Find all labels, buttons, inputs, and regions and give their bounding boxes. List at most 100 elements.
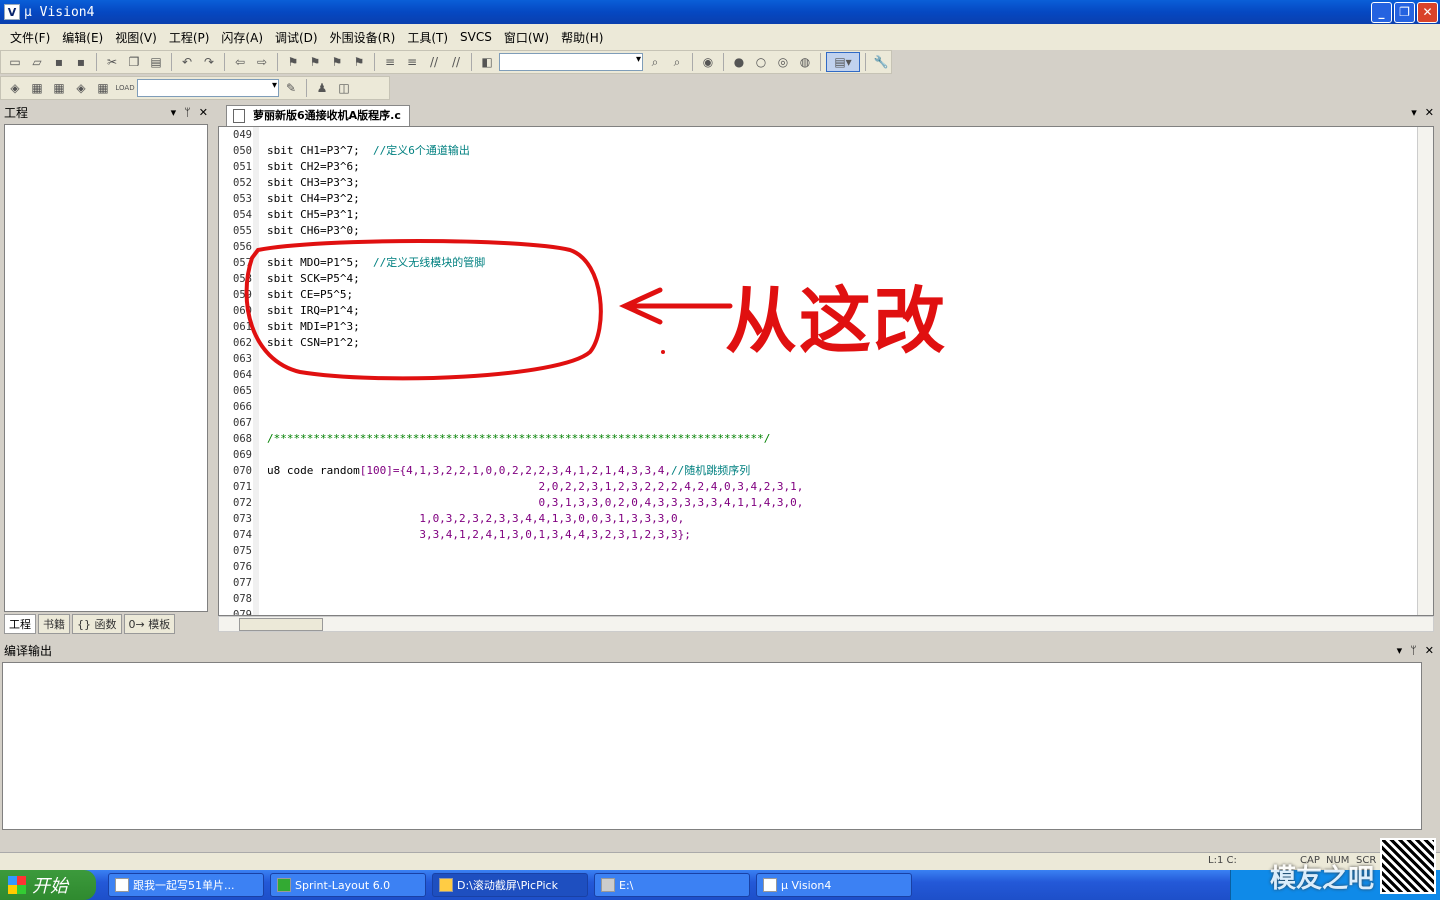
menu-edit[interactable]: 编辑(E) — [56, 29, 109, 46]
code-line[interactable] — [267, 591, 1407, 607]
menu-svcs[interactable]: SVCS — [454, 30, 498, 44]
menu-help[interactable]: 帮助(H) — [555, 29, 609, 46]
breakpoint-icon[interactable]: ● — [729, 52, 749, 72]
nav-forward-icon[interactable]: ⇨ — [252, 52, 272, 72]
code-editor[interactable]: 049 050 051 052 053 054 055 056 057 058 059 060 061 0… — [218, 126, 1434, 616]
close-button[interactable]: ✕ — [1417, 2, 1438, 23]
code-line[interactable] — [267, 415, 1407, 431]
menu-window[interactable]: 窗口(W) — [498, 29, 555, 46]
restore-button[interactable]: ❐ — [1394, 2, 1415, 23]
stop-build-icon[interactable]: ▦ — [93, 78, 113, 98]
horizontal-scrollbar[interactable] — [218, 616, 1434, 632]
multi-project-icon[interactable]: ◫ — [334, 78, 354, 98]
build-icon[interactable]: ▦ — [27, 78, 47, 98]
task-drive-e[interactable]: E:\ — [594, 873, 750, 897]
minimize-button[interactable]: _ — [1371, 2, 1392, 23]
open-folder-icon[interactable]: ▱ — [27, 52, 47, 72]
target-combo[interactable] — [137, 79, 279, 97]
comment-icon[interactable]: // — [424, 52, 444, 72]
find-icon[interactable]: ⌕ — [645, 52, 665, 72]
batch-build-icon[interactable]: ◈ — [71, 78, 91, 98]
save-all-icon[interactable]: ▪ — [71, 52, 91, 72]
tab-list-icon[interactable]: ▾ — [1411, 106, 1417, 119]
code-line[interactable] — [267, 543, 1407, 559]
window-layout-icon[interactable]: ▤▾ — [826, 52, 860, 72]
uncomment-icon[interactable]: // — [446, 52, 466, 72]
save-icon[interactable]: ▪ — [49, 52, 69, 72]
menu-peripherals[interactable]: 外围设备(R) — [324, 29, 402, 46]
tab-project[interactable]: 工程 — [4, 614, 36, 634]
code-line[interactable]: sbit CH5=P3^1; — [267, 207, 1407, 223]
prev-bookmark-icon[interactable]: ⚑ — [305, 52, 325, 72]
menu-file[interactable]: 文件(F) — [4, 29, 56, 46]
rebuild-icon[interactable]: ▦ — [49, 78, 69, 98]
clear-bookmarks-icon[interactable]: ⚑ — [349, 52, 369, 72]
redo-icon[interactable]: ↷ — [199, 52, 219, 72]
undo-icon[interactable]: ↶ — [177, 52, 197, 72]
menu-project[interactable]: 工程(P) — [163, 29, 216, 46]
pin-icon[interactable]: ᛘ — [184, 106, 191, 119]
tab-templates[interactable]: 0→ 模板 — [123, 614, 176, 634]
debug-session-icon[interactable]: ◉ — [698, 52, 718, 72]
task-browser[interactable]: 跟我一起写51单片... — [108, 873, 264, 897]
menu-flash[interactable]: 闪存(A) — [215, 29, 269, 46]
dropdown-icon[interactable]: ▾ — [1397, 644, 1403, 657]
code-line[interactable] — [267, 239, 1407, 255]
manage-components-icon[interactable]: ♟ — [312, 78, 332, 98]
code-text[interactable]: sbit CH1=P3^7; //定义6个通道输出 sbit CH2=P3^6; s… — [267, 127, 1407, 615]
code-line[interactable] — [267, 399, 1407, 415]
code-line[interactable]: 3,3,4,1,2,4,1,3,0,1,3,4,4,3,2,3,1,2,3,3}… — [267, 527, 1407, 543]
code-line[interactable] — [267, 127, 1407, 143]
translate-icon[interactable]: ◈ — [5, 78, 25, 98]
task-picpick-folder[interactable]: D:\滚动截屏\PicPick — [432, 873, 588, 897]
code-line[interactable] — [267, 575, 1407, 591]
bookmark-icon[interactable]: ⚑ — [283, 52, 303, 72]
unindent-icon[interactable]: ≡ — [402, 52, 422, 72]
pin-icon[interactable]: ᛘ — [1410, 644, 1417, 657]
build-output-text[interactable] — [2, 662, 1422, 830]
disable-all-breakpoints-icon[interactable]: ◍ — [795, 52, 815, 72]
paste-icon[interactable]: ▤ — [146, 52, 166, 72]
code-line[interactable] — [267, 367, 1407, 383]
panel-close-icon[interactable]: ✕ — [199, 106, 208, 119]
code-line[interactable]: 0,3,1,3,3,0,2,0,4,3,3,3,3,3,4,1,1,4,3,0, — [267, 495, 1407, 511]
code-line[interactable]: sbit CH6=P3^0; — [267, 223, 1407, 239]
menu-tools[interactable]: 工具(T) — [401, 29, 454, 46]
menu-debug[interactable]: 调试(D) — [269, 29, 324, 46]
nav-back-icon[interactable]: ⇦ — [230, 52, 250, 72]
code-line[interactable] — [267, 383, 1407, 399]
configure-icon[interactable]: 🔧 — [871, 52, 891, 72]
target-options-icon[interactable]: ✎ — [281, 78, 301, 98]
close-tab-icon[interactable]: ✕ — [1425, 106, 1434, 119]
code-line[interactable] — [267, 447, 1407, 463]
code-line[interactable] — [267, 559, 1407, 575]
find-combo[interactable] — [499, 53, 643, 71]
code-line[interactable] — [267, 607, 1407, 615]
copy-icon[interactable]: ❐ — [124, 52, 144, 72]
load-icon[interactable]: LOAD — [115, 78, 135, 98]
start-button[interactable]: 开始 — [0, 870, 96, 900]
find-in-files-icon[interactable]: ◧ — [477, 52, 497, 72]
task-sprint-layout[interactable]: Sprint-Layout 6.0 — [270, 873, 426, 897]
tab-books[interactable]: 书籍 — [38, 614, 70, 634]
code-line[interactable]: sbit CH1=P3^7; //定义6个通道输出 — [267, 143, 1407, 159]
code-line[interactable]: sbit CH2=P3^6; — [267, 159, 1407, 175]
task-uvision[interactable]: µ Vision4 — [756, 873, 912, 897]
code-line[interactable]: sbit CH4=P3^2; — [267, 191, 1407, 207]
new-file-icon[interactable]: ▭ — [5, 52, 25, 72]
code-line[interactable]: 2,0,2,2,3,1,2,3,2,2,2,4,2,4,0,3,4,2,3,1, — [267, 479, 1407, 495]
code-line[interactable]: sbit CH3=P3^3; — [267, 175, 1407, 191]
code-line[interactable]: u8 code random[100]={4,1,3,2,2,1,0,0,2,2… — [267, 463, 1407, 479]
kill-breakpoints-icon[interactable]: ◎ — [773, 52, 793, 72]
incremental-find-icon[interactable]: ⌕ — [667, 52, 687, 72]
tab-functions[interactable]: {} 函数 — [72, 614, 122, 634]
indent-icon[interactable]: ≡ — [380, 52, 400, 72]
disable-breakpoint-icon[interactable]: ○ — [751, 52, 771, 72]
cut-icon[interactable]: ✂ — [102, 52, 122, 72]
panel-close-icon[interactable]: ✕ — [1425, 644, 1434, 657]
next-bookmark-icon[interactable]: ⚑ — [327, 52, 347, 72]
file-tab[interactable]: 萝丽新版6通接收机A版程序.c — [226, 105, 410, 126]
code-line[interactable]: /***************************************… — [267, 431, 1407, 447]
menu-view[interactable]: 视图(V) — [109, 29, 163, 46]
code-line[interactable]: 1,0,3,2,3,2,3,3,4,4,1,3,0,0,3,1,3,3,3,0, — [267, 511, 1407, 527]
